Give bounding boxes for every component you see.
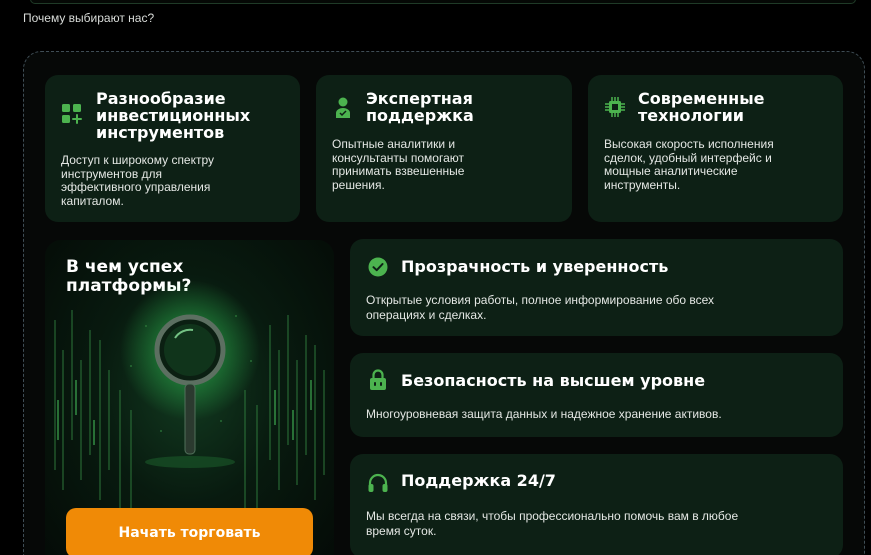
grid-plus-icon	[61, 103, 83, 125]
feature-description: Открытые условия работы, полное информир…	[366, 293, 715, 322]
feature-description: Высокая скорость исполнения сделок, удоб…	[604, 137, 774, 192]
feature-title: Прозрачность и уверенность	[401, 257, 669, 276]
top-panel-edge	[30, 0, 856, 4]
feature-title: Разнообразие инвестиционных инструментов	[96, 89, 251, 142]
feature-card-instruments: Разнообразие инвестиционных инструментов…	[45, 75, 300, 222]
feature-title: Современные технологии	[638, 89, 765, 125]
feature-card-support-247: Поддержка 24/7 Мы всегда на связи, чтобы…	[350, 454, 843, 555]
feature-description: Многоуровневая защита данных и надежное …	[366, 407, 722, 421]
feature-description: Доступ к широкому спектру инструментов д…	[61, 153, 215, 208]
feature-title: Безопасность на высшем уровне	[401, 371, 706, 390]
check-circle-icon	[368, 257, 388, 277]
feature-card-transparency: Прозрачность и уверенность Открытые усло…	[350, 239, 843, 336]
feature-card-expert-support: Экспертная поддержка Опытные аналитики и…	[316, 75, 572, 222]
headphones-icon	[367, 472, 389, 494]
start-trading-button[interactable]: Начать торговать	[66, 508, 313, 555]
feature-description: Мы всегда на связи, чтобы профессиональн…	[366, 509, 739, 538]
chip-icon	[604, 96, 626, 118]
feature-title: Поддержка 24/7	[401, 471, 556, 490]
expert-user-icon	[334, 96, 352, 120]
section-label: Почему выбирают нас?	[23, 11, 155, 25]
feature-card-technologies: Современные технологии Высокая скорость …	[588, 75, 843, 222]
lock-icon	[369, 369, 387, 391]
feature-card-security: Безопасность на высшем уровне Многоуровн…	[350, 353, 843, 437]
feature-description: Опытные аналитики и консультанты помогаю…	[332, 137, 465, 192]
feature-title: Экспертная поддержка	[366, 89, 474, 125]
